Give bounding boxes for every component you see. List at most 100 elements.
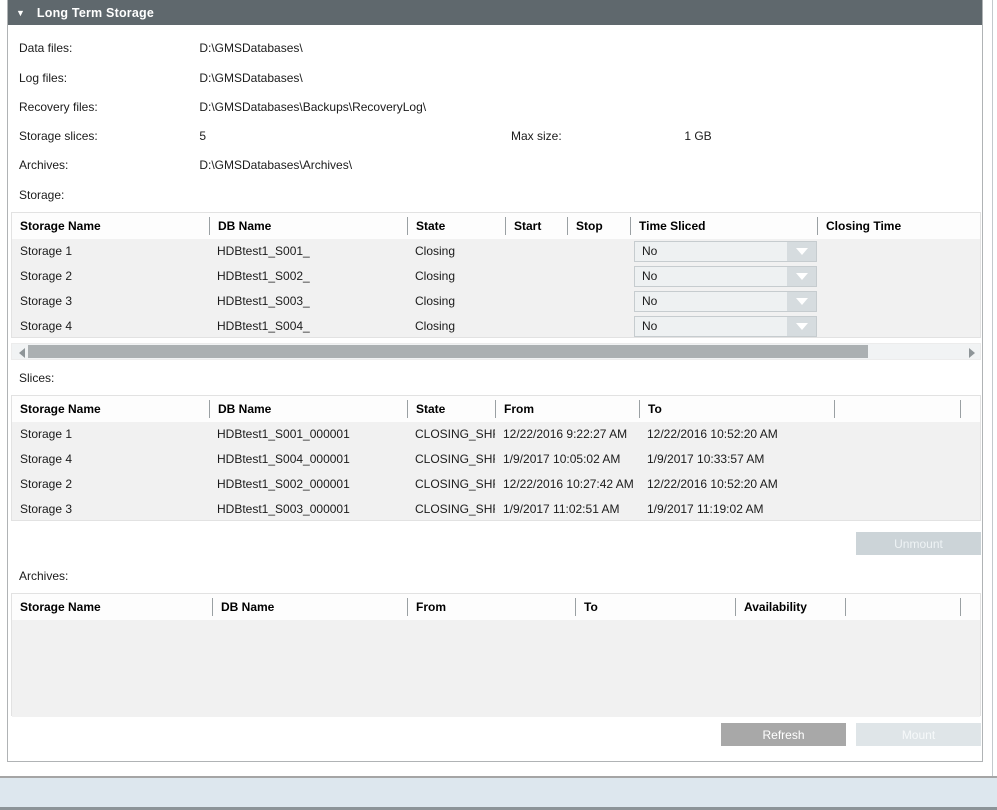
cell-closing-time (817, 239, 980, 264)
storage-section-label: Storage: (19, 188, 64, 202)
cell-db-name: HDBtest1_S003_000001 (209, 497, 407, 522)
column-header-to[interactable]: To (575, 598, 735, 616)
time-sliced-value: No (635, 292, 787, 311)
field-data-files: Data files: D:\GMSDatabases\ (19, 41, 303, 57)
cell-time-sliced: No (630, 289, 817, 314)
time-sliced-value: No (635, 267, 787, 286)
refresh-button[interactable]: Refresh (721, 723, 846, 746)
table-row[interactable]: Storage 1 HDBtest1_S001_ Closing No (12, 239, 980, 264)
field-value: D:\GMSDatabases\ (199, 41, 302, 55)
field-label: Recovery files: (19, 100, 196, 114)
time-sliced-dropdown[interactable]: No (634, 266, 817, 287)
time-sliced-dropdown[interactable]: No (634, 316, 817, 337)
table-row[interactable]: Storage 4 HDBtest1_S004_000001 CLOSING_S… (12, 447, 980, 472)
column-header-storage-name[interactable]: Storage Name (12, 598, 212, 616)
time-sliced-value: No (635, 242, 787, 261)
cell-state: Closing (407, 239, 505, 264)
column-header-from[interactable]: From (407, 598, 575, 616)
unmount-button[interactable]: Unmount (856, 532, 981, 555)
column-header-stop[interactable]: Stop (567, 217, 630, 235)
panel-title: Long Term Storage (37, 6, 154, 20)
cell-empty (834, 472, 980, 497)
cell-empty (834, 497, 980, 522)
field-value: D:\GMSDatabases\Archives\ (199, 158, 352, 172)
field-label: Data files: (19, 41, 196, 55)
cell-empty (834, 447, 980, 472)
column-header-time-sliced[interactable]: Time Sliced (630, 217, 817, 235)
footer-band (0, 776, 997, 810)
field-label: Archives: (19, 158, 196, 172)
horizontal-scrollbar[interactable] (11, 343, 981, 360)
column-header-tail (960, 400, 980, 418)
time-sliced-dropdown[interactable]: No (634, 241, 817, 262)
field-recovery-files: Recovery files: D:\GMSDatabases\Backups\… (19, 100, 426, 116)
table-row[interactable]: Storage 1 HDBtest1_S001_000001 CLOSING_S… (12, 422, 980, 447)
scroll-right-icon[interactable] (969, 348, 975, 358)
table-row[interactable]: Storage 3 HDBtest1_S003_000001 CLOSING_S… (12, 497, 980, 522)
cell-db-name: HDBtest1_S003_ (209, 289, 407, 314)
field-value: 1 GB (684, 129, 711, 143)
column-header-to[interactable]: To (639, 400, 834, 418)
column-header-from[interactable]: From (495, 400, 639, 418)
column-header-storage-name[interactable]: Storage Name (12, 400, 209, 418)
cell-from: 12/22/2016 9:22:27 AM (495, 422, 639, 447)
collapse-icon[interactable]: ▼ (16, 8, 25, 18)
field-label: Max size: (511, 129, 681, 143)
cell-storage-name: Storage 4 (12, 447, 209, 472)
cell-storage-name: Storage 3 (12, 497, 209, 522)
cell-stop (567, 314, 630, 339)
archives-section-label: Archives: (19, 569, 68, 583)
mount-button[interactable]: Mount (856, 723, 981, 746)
cell-start (505, 239, 567, 264)
archives-table-body-empty (12, 620, 980, 717)
cell-empty (834, 422, 980, 447)
column-header-availability[interactable]: Availability (735, 598, 845, 616)
column-header-db-name[interactable]: DB Name (212, 598, 407, 616)
cell-from: 1/9/2017 10:05:02 AM (495, 447, 639, 472)
dropdown-arrow-icon[interactable] (787, 317, 816, 336)
column-header-db-name[interactable]: DB Name (209, 400, 407, 418)
archives-table: Storage Name DB Name From To Availabilit… (11, 593, 981, 716)
cell-time-sliced: No (630, 314, 817, 339)
column-header-state[interactable]: State (407, 400, 495, 418)
cell-db-name: HDBtest1_S002_000001 (209, 472, 407, 497)
column-header-db-name[interactable]: DB Name (209, 217, 407, 235)
column-header-storage-name[interactable]: Storage Name (12, 217, 209, 235)
cell-state: CLOSING_SHR (407, 472, 495, 497)
cell-closing-time (817, 314, 980, 339)
cell-state: Closing (407, 264, 505, 289)
dropdown-arrow-icon[interactable] (787, 267, 816, 286)
table-row[interactable]: Storage 3 HDBtest1_S003_ Closing No (12, 289, 980, 314)
cell-time-sliced: No (630, 239, 817, 264)
cell-storage-name: Storage 1 (12, 239, 209, 264)
dropdown-arrow-icon[interactable] (787, 242, 816, 261)
cell-to: 12/22/2016 10:52:20 AM (639, 472, 834, 497)
cell-db-name: HDBtest1_S004_ (209, 314, 407, 339)
column-header-empty (845, 598, 960, 616)
panel-header[interactable]: ▼ Long Term Storage (8, 0, 982, 25)
field-label: Storage slices: (19, 129, 196, 143)
column-header-tail (960, 598, 980, 616)
table-row[interactable]: Storage 2 HDBtest1_S002_000001 CLOSING_S… (12, 472, 980, 497)
cell-start (505, 289, 567, 314)
scroll-left-icon[interactable] (19, 348, 25, 358)
cell-storage-name: Storage 2 (12, 472, 209, 497)
field-log-files: Log files: D:\GMSDatabases\ (19, 71, 303, 87)
time-sliced-value: No (635, 317, 787, 336)
field-label: Log files: (19, 71, 196, 85)
scrollbar-thumb[interactable] (28, 345, 868, 358)
table-row[interactable]: Storage 4 HDBtest1_S004_ Closing No (12, 314, 980, 339)
cell-storage-name: Storage 1 (12, 422, 209, 447)
time-sliced-dropdown[interactable]: No (634, 291, 817, 312)
column-header-start[interactable]: Start (505, 217, 567, 235)
column-header-state[interactable]: State (407, 217, 505, 235)
long-term-storage-panel: ▼ Long Term Storage Data files: D:\GMSDa… (7, 0, 983, 762)
column-header-closing-time[interactable]: Closing Time (817, 217, 980, 235)
cell-state: CLOSING_SHR (407, 497, 495, 522)
field-max-size: Max size: 1 GB (511, 129, 712, 145)
cell-state: Closing (407, 289, 505, 314)
table-row[interactable]: Storage 2 HDBtest1_S002_ Closing No (12, 264, 980, 289)
dropdown-arrow-icon[interactable] (787, 292, 816, 311)
cell-storage-name: Storage 2 (12, 264, 209, 289)
cell-state: CLOSING_SHR (407, 422, 495, 447)
